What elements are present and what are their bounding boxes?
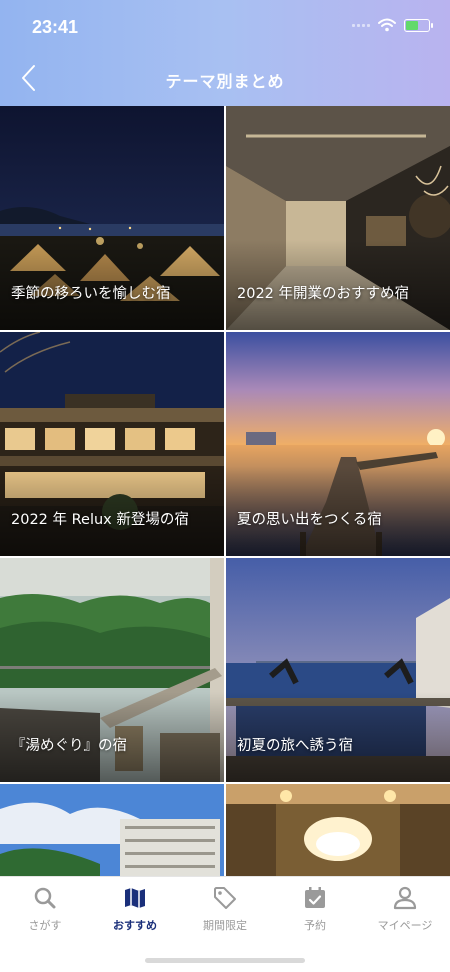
- tab-label: さがす: [28, 919, 62, 932]
- tile-label: 2022 年開業のおすすめ宿: [237, 286, 410, 302]
- tile-label: 2022 年 Relux 新登場の宿: [11, 512, 189, 528]
- map-icon: [125, 888, 145, 908]
- home-indicator: [145, 958, 305, 963]
- tile-photo: [226, 784, 450, 876]
- calendar-check-icon: [305, 887, 325, 908]
- tab-label: 期間限定: [203, 919, 247, 932]
- theme-tile-2022-opening[interactable]: 2022 年開業のおすすめ宿: [226, 106, 450, 330]
- tile-label: 初夏の旅へ誘う宿: [237, 738, 353, 754]
- status-time: 23:41: [32, 17, 79, 37]
- person-icon: [393, 886, 417, 910]
- theme-tile-seasons[interactable]: 季節の移ろいを愉しむ宿: [0, 106, 224, 330]
- battery-icon: [404, 18, 433, 32]
- page-title: テーマ別まとめ: [165, 72, 285, 91]
- tab-label: マイページ: [377, 919, 433, 932]
- theme-tile-8[interactable]: [226, 784, 450, 876]
- theme-tile-yumeguri[interactable]: 『湯めぐり』の宿: [0, 558, 224, 782]
- tab-label: おすすめ: [113, 919, 157, 932]
- app-header: 23:41 テーマ別まとめ: [0, 0, 450, 106]
- theme-tile-early-summer[interactable]: 初夏の旅へ誘う宿: [226, 558, 450, 782]
- tile-label: 『湯めぐり』の宿: [11, 738, 127, 754]
- tile-label: 夏の思い出をつくる宿: [237, 512, 382, 528]
- theme-tile-7[interactable]: [0, 784, 224, 876]
- tile-photo: [0, 784, 224, 876]
- search-icon: [34, 887, 56, 909]
- wifi-icon: [378, 18, 396, 32]
- status-icons: [352, 18, 433, 32]
- tab-search[interactable]: さがす: [0, 885, 90, 933]
- tab-my-page[interactable]: マイページ: [360, 885, 450, 933]
- theme-tile-summer-memories[interactable]: 夏の思い出をつくる宿: [226, 332, 450, 556]
- tag-icon: [214, 887, 236, 909]
- tab-limited-time[interactable]: 期間限定: [180, 885, 270, 933]
- tab-recommended[interactable]: おすすめ: [90, 885, 180, 933]
- tile-label: 季節の移ろいを愉しむ宿: [11, 286, 171, 302]
- theme-tile-relux-new[interactable]: 2022 年 Relux 新登場の宿: [0, 332, 224, 556]
- tab-label: 予約: [304, 919, 326, 932]
- theme-grid: 季節の移ろいを愉しむ宿 2022 年開業のおすすめ宿 2022 年 Relux …: [0, 106, 450, 876]
- signal-icon: [352, 23, 370, 27]
- tab-reservations[interactable]: 予約: [270, 885, 360, 933]
